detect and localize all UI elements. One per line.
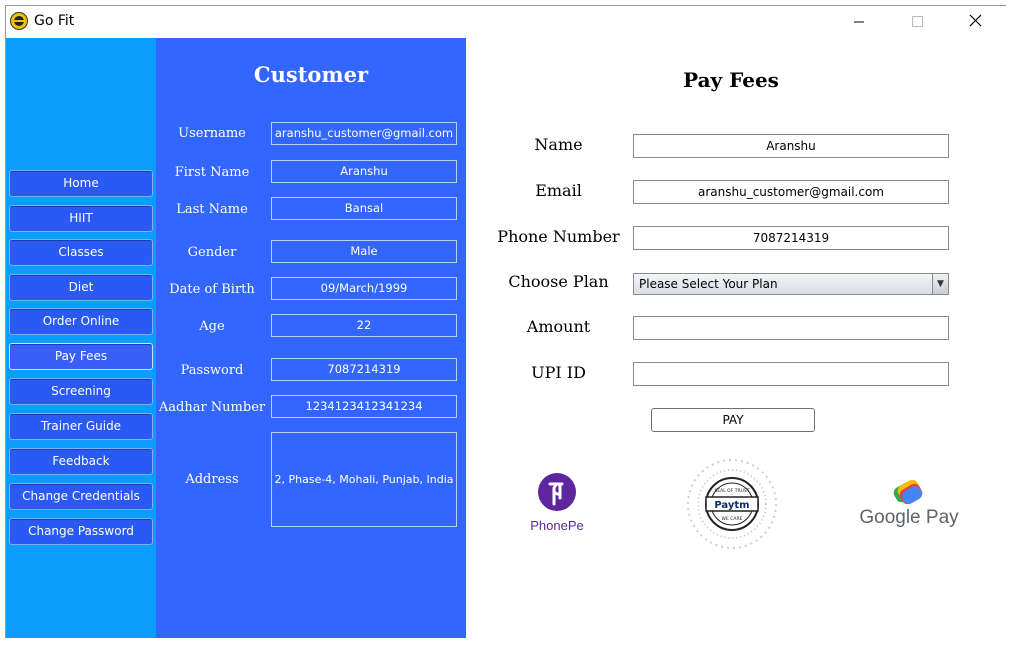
address-label: Address: [185, 472, 239, 487]
pay-fees-panel: Pay Fees Name Aranshu Email aranshu_cust…: [466, 38, 1006, 638]
plan-select-value: Please Select Your Plan: [639, 277, 778, 291]
nav-classes-button[interactable]: Classes: [9, 239, 153, 266]
maximize-button[interactable]: [894, 6, 940, 37]
name-field[interactable]: Aranshu: [633, 134, 949, 158]
choose-plan-label: Choose Plan: [508, 272, 609, 291]
nav-change-credentials-button[interactable]: Change Credentials: [9, 483, 153, 510]
window-title: Go Fit: [34, 13, 75, 29]
phonepe-icon: [538, 473, 576, 511]
first-name-label: First Name: [174, 165, 250, 180]
aadhar-label: Aadhar Number: [158, 400, 266, 415]
title-bar: Go Fit: [6, 6, 1007, 38]
svg-text:SEAL OF TRUST: SEAL OF TRUST: [714, 488, 749, 494]
phone-number-field[interactable]: 7087214319: [633, 226, 949, 250]
paytm-text: Paytm: [714, 500, 749, 511]
last-name-field[interactable]: Bansal: [271, 197, 457, 220]
phonepe-logo[interactable]: PhonePe: [524, 472, 590, 538]
customer-title: Customer: [253, 62, 369, 87]
gender-field[interactable]: Male: [271, 240, 457, 263]
amount-label: Amount: [526, 317, 591, 336]
email-field[interactable]: aranshu_customer@gmail.com: [633, 180, 949, 204]
email-label: Email: [535, 181, 582, 200]
minimize-button[interactable]: [836, 6, 882, 37]
password-field[interactable]: 7087214319: [271, 358, 457, 381]
app-logo-icon: [10, 12, 28, 30]
aadhar-field[interactable]: 1234123412341234: [271, 395, 457, 418]
gender-label: Gender: [187, 245, 237, 260]
nav-trainer-guide-button[interactable]: Trainer Guide: [9, 413, 153, 440]
phone-number-label: Phone Number: [497, 227, 620, 246]
customer-panel: Customer Username aranshu_customer@gmail…: [156, 38, 466, 638]
address-field[interactable]: 2, Phase-4, Mohali, Punjab, India: [271, 432, 457, 527]
paytm-seal-logo[interactable]: Paytm SEAL OF TRUST WE CARE: [684, 456, 780, 552]
pay-button[interactable]: PAY: [651, 408, 815, 432]
nav-screening-button[interactable]: Screening: [9, 378, 153, 405]
upi-id-field[interactable]: [633, 362, 949, 386]
google-pay-logo[interactable]: Google Pay: [854, 476, 964, 536]
age-field[interactable]: 22: [271, 314, 457, 337]
phonepe-label: PhonePe: [530, 518, 584, 533]
username-field[interactable]: aranshu_customer@gmail.com: [271, 122, 457, 145]
close-icon: [969, 14, 982, 27]
dob-label: Date of Birth: [169, 282, 255, 297]
close-button[interactable]: [952, 6, 998, 37]
app-window: Go Fit Home HIIT Classes Diet Order Onli…: [5, 5, 1007, 638]
password-label: Password: [180, 363, 244, 378]
age-label: Age: [199, 319, 225, 334]
google-pay-icon: [893, 479, 923, 505]
nav-diet-button[interactable]: Diet: [9, 274, 153, 301]
maximize-icon: [912, 16, 923, 27]
nav-change-password-button[interactable]: Change Password: [9, 518, 153, 545]
amount-field[interactable]: [633, 316, 949, 340]
plan-select[interactable]: Please Select Your Plan ▼: [633, 273, 949, 295]
last-name-label: Last Name: [176, 202, 248, 217]
nav-pay-fees-button[interactable]: Pay Fees: [9, 343, 153, 370]
username-label: Username: [178, 126, 246, 141]
first-name-field[interactable]: Aranshu: [271, 160, 457, 183]
svg-text:WE CARE: WE CARE: [722, 516, 743, 522]
nav-home-button[interactable]: Home: [9, 170, 153, 197]
nav-feedback-button[interactable]: Feedback: [9, 448, 153, 475]
minimize-icon: [854, 21, 864, 23]
sidebar: Home HIIT Classes Diet Order Online Pay …: [6, 38, 156, 638]
nav-hiit-button[interactable]: HIIT: [9, 205, 153, 232]
pay-fees-title: Pay Fees: [683, 68, 779, 92]
nav-order-online-button[interactable]: Order Online: [9, 308, 153, 335]
dob-field[interactable]: 09/March/1999: [271, 277, 457, 300]
name-label: Name: [534, 135, 583, 154]
google-pay-label: Google Pay: [859, 507, 959, 528]
upi-id-label: UPI ID: [531, 363, 586, 382]
dropdown-arrow-icon[interactable]: ▼: [932, 274, 948, 294]
